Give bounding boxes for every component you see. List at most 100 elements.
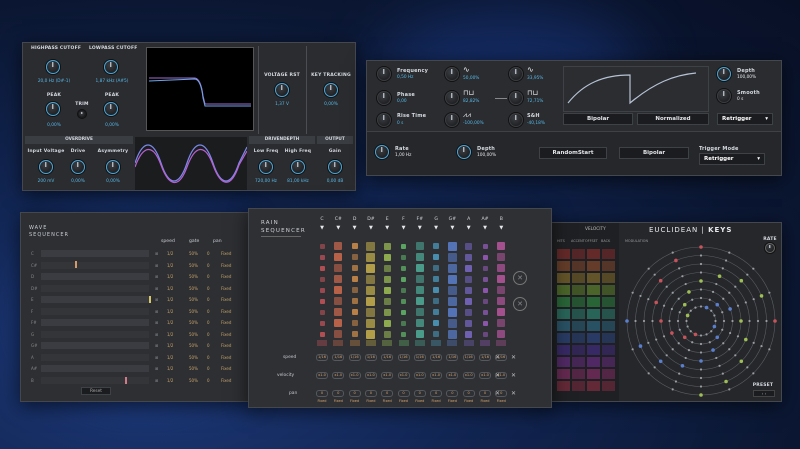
euclidean-step-dot[interactable] <box>677 297 680 300</box>
saw-shape-knob[interactable] <box>445 113 459 127</box>
pan-value[interactable]: 0 <box>316 390 328 397</box>
mute-icon[interactable]: ⊞ <box>155 263 158 268</box>
rain-cell[interactable] <box>447 274 457 284</box>
euclidean-step-dot[interactable] <box>676 319 680 323</box>
speed-value[interactable]: 1/16 <box>413 354 426 361</box>
rain-cell[interactable] <box>351 320 358 326</box>
euclidean-cell[interactable] <box>587 309 600 319</box>
mute-icon[interactable]: ⊞ <box>155 297 158 302</box>
rain-cell[interactable] <box>433 243 440 249</box>
clear-button[interactable]: ✕ <box>495 372 500 379</box>
rain-cell[interactable] <box>334 286 343 294</box>
drive-knob[interactable] <box>71 160 85 174</box>
rain-cell[interactable] <box>383 286 391 294</box>
rain-cell[interactable] <box>447 296 457 306</box>
rain-cell[interactable] <box>482 287 488 293</box>
rain-cell[interactable] <box>383 308 391 316</box>
note-trigger-arrow[interactable]: ▼ <box>366 225 376 231</box>
euclidean-step-dot[interactable] <box>699 262 703 266</box>
rain-cell[interactable] <box>383 297 391 305</box>
euclidean-cell[interactable] <box>602 285 615 295</box>
pan-value[interactable]: 0 <box>207 274 210 279</box>
rain-cell[interactable] <box>433 320 440 326</box>
gate-value[interactable]: 50% <box>189 263 198 268</box>
rain-cell[interactable] <box>401 298 406 304</box>
note-trigger-arrow[interactable]: ▼ <box>480 225 490 231</box>
rain-cell[interactable] <box>415 297 424 305</box>
euclidean-step-dot[interactable] <box>708 341 711 344</box>
sample-hold-knob[interactable] <box>509 113 523 127</box>
pan-mode[interactable]: Fixed <box>479 399 491 403</box>
euclidean-step-dot[interactable] <box>739 278 744 283</box>
euclidean-step-dot[interactable] <box>699 334 703 337</box>
rain-cell[interactable] <box>482 309 488 315</box>
euclidean-step-dot[interactable] <box>684 282 687 286</box>
euclidean-step-dot[interactable] <box>724 259 728 262</box>
euclidean-step-dot[interactable] <box>715 302 720 307</box>
pan-mode[interactable]: Fixed <box>221 286 231 291</box>
mute-icon[interactable]: ⊞ <box>155 274 158 279</box>
euclidean-step-dot[interactable] <box>691 341 694 344</box>
rain-cell[interactable] <box>415 319 424 327</box>
square-shape-knob[interactable] <box>445 91 459 105</box>
rain-cell[interactable] <box>334 297 343 305</box>
rain-cell[interactable] <box>366 296 376 306</box>
random-start-button[interactable]: RandomStart <box>539 147 607 159</box>
euclidean-cell[interactable] <box>572 309 585 319</box>
pan-value[interactable]: 0 <box>207 320 210 325</box>
euclidean-step-dot[interactable] <box>694 306 697 309</box>
euclidean-cell[interactable] <box>587 261 600 271</box>
close-circle-button[interactable]: ✕ <box>513 271 527 285</box>
euclidean-step-dot[interactable] <box>678 328 681 331</box>
rain-cell[interactable] <box>351 254 358 260</box>
speed-value[interactable]: 1/16 <box>462 354 475 361</box>
velocity-value[interactable]: x1.0 <box>381 372 394 379</box>
euclidean-step-dot[interactable] <box>681 275 684 278</box>
rain-cell[interactable] <box>401 276 406 282</box>
gate-value[interactable]: 50% <box>189 309 198 314</box>
mute-icon[interactable]: ⊞ <box>155 366 158 371</box>
euclidean-cell[interactable] <box>557 321 570 331</box>
euclidean-step-dot[interactable] <box>711 290 715 293</box>
rain-cell[interactable] <box>447 263 457 273</box>
euclidean-cell[interactable] <box>587 297 600 307</box>
euclidean-step-dot[interactable] <box>722 297 725 300</box>
euclidean-cell[interactable] <box>587 321 600 331</box>
pan-mode[interactable]: Fixed <box>349 399 361 403</box>
mute-icon[interactable]: ⊞ <box>155 309 158 314</box>
rain-cell[interactable] <box>447 285 457 295</box>
pan-value[interactable]: 0 <box>430 390 443 397</box>
euclidean-step-dot[interactable] <box>699 376 703 380</box>
clear-button[interactable]: ✕ <box>511 372 516 379</box>
euclidean-cell[interactable] <box>602 333 615 343</box>
peak-knob[interactable] <box>46 102 60 116</box>
depth-knob[interactable] <box>457 145 471 159</box>
rain-cell[interactable] <box>465 275 473 283</box>
rate-knob[interactable] <box>375 145 389 159</box>
euclidean-step-dot[interactable] <box>647 341 650 344</box>
sequence-bar[interactable] <box>41 319 149 326</box>
euclidean-cell[interactable] <box>587 273 600 283</box>
reset-button[interactable]: Reset <box>81 387 111 395</box>
euclidean-cell[interactable] <box>602 249 615 259</box>
note-trigger-arrow[interactable]: ▼ <box>350 225 360 231</box>
note-trigger-arrow[interactable]: ▼ <box>415 225 425 231</box>
rain-cell[interactable] <box>482 265 488 271</box>
euclidean-step-dot[interactable] <box>718 364 721 367</box>
note-trigger-arrow[interactable]: ▼ <box>317 225 327 231</box>
speed-value[interactable]: 1/16 <box>348 354 361 361</box>
euclidean-cell[interactable] <box>572 321 585 331</box>
rain-cell[interactable] <box>366 241 376 251</box>
speed-value[interactable]: 1/2 <box>167 343 173 348</box>
pan-mode[interactable]: Fixed <box>221 332 231 337</box>
euclidean-cell[interactable] <box>572 261 585 271</box>
pan-value[interactable]: 0 <box>332 390 345 397</box>
euclidean-cell[interactable] <box>587 369 600 379</box>
euclidean-step-dot[interactable] <box>704 305 709 310</box>
gate-value[interactable]: 50% <box>189 355 198 360</box>
note-trigger-arrow[interactable]: ▼ <box>464 225 474 231</box>
rain-cell[interactable] <box>433 276 440 282</box>
peak-knob[interactable] <box>104 102 118 116</box>
rain-cell[interactable] <box>383 319 391 327</box>
rain-cell[interactable] <box>465 308 473 316</box>
